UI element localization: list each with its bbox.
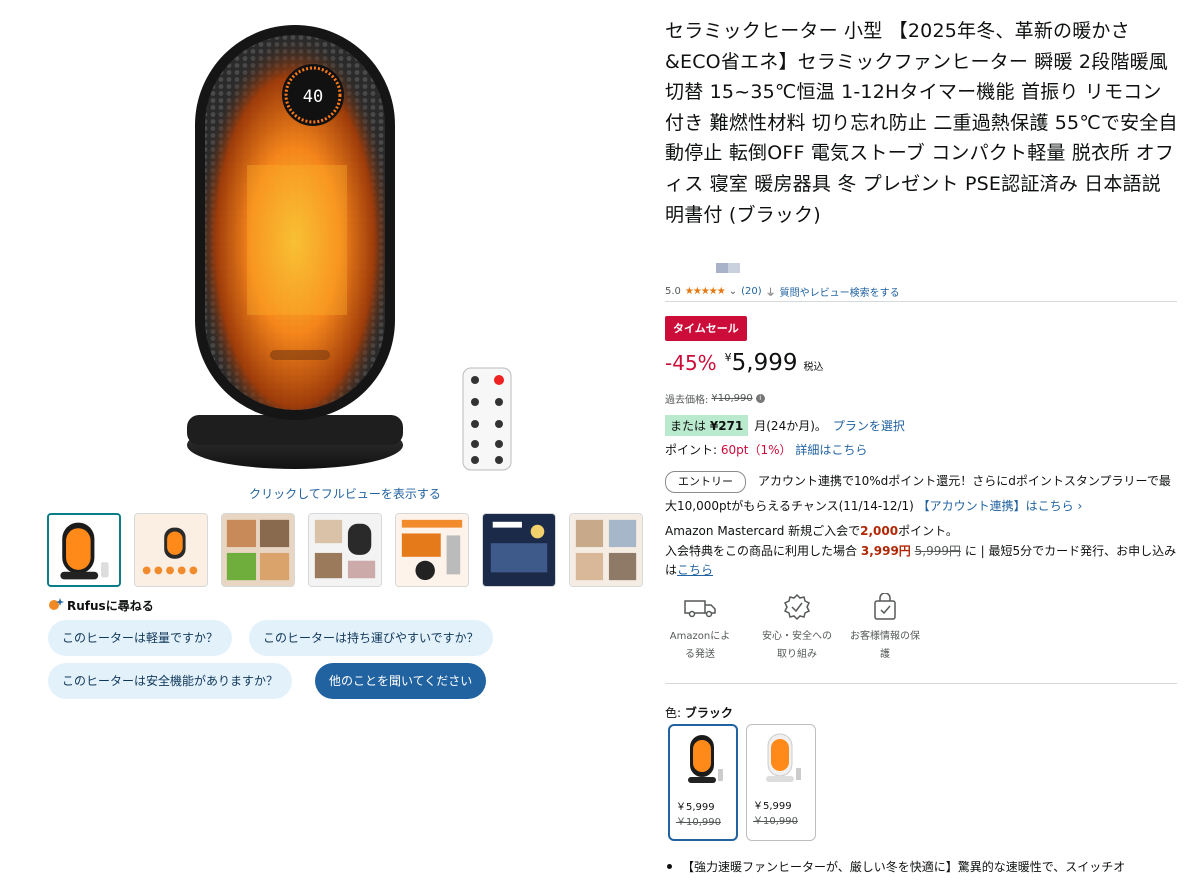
deal-badge: タイムセール — [665, 316, 747, 341]
thumbnail-6[interactable] — [482, 513, 556, 587]
info-icon[interactable]: i — [755, 394, 765, 403]
installment-prefix: または — [670, 419, 707, 433]
delivery-truck-icon — [665, 590, 735, 624]
installment-amount: ¥271 — [709, 419, 744, 433]
thumbnail-2[interactable] — [134, 513, 208, 587]
entry-button[interactable]: エントリー — [665, 470, 746, 493]
card-offer-line1-suffix: ポイント。 — [898, 524, 958, 538]
safety-badge-icon — [762, 590, 832, 624]
installment-chip: または ¥271 — [665, 415, 749, 436]
color-selected-name: ブラック — [684, 706, 733, 720]
card-offer-price: 3,999円 — [860, 543, 911, 558]
filter-icon: ⏚ — [765, 288, 776, 299]
feature-safety[interactable]: 安心・安全への取り組み — [762, 590, 832, 664]
color-variant-white[interactable]: ￥5,999 ￥10,990 — [746, 724, 816, 841]
points-label: ポイント: — [665, 443, 718, 457]
thumbnail-7[interactable] — [569, 513, 643, 587]
feature-bullet-text: 【強力速暖ファンヒーターが、厳しい冬を快適に】驚異的な速暖性で、スイッチオ — [682, 860, 1126, 874]
rating-row: 5.0 ★★★★★ ⌄ (20) ⏚ 質問やレビュー検索をする — [665, 284, 900, 299]
heater-display-value: 40 — [303, 87, 323, 107]
price-row: -45% ¥ 5,999 税込 — [665, 350, 824, 376]
full-view-link[interactable]: クリックしてフルビューを表示する — [0, 485, 690, 502]
feature-label: 安心・安全への取り組み — [762, 631, 832, 660]
feature-privacy[interactable]: お客様情報の保護 — [850, 590, 920, 664]
list-price-value: ¥10,990 — [711, 393, 753, 404]
card-offer-link[interactable]: こちら — [677, 563, 713, 577]
brand-logo[interactable] — [716, 263, 740, 273]
color-variant-black[interactable]: ￥5,999 ￥10,990 — [668, 724, 738, 841]
rufus-question-chip[interactable]: このヒーターは軽量ですか？ — [48, 620, 233, 656]
secure-bag-icon — [850, 590, 920, 624]
thumbnail-3[interactable] — [221, 513, 295, 587]
points-value: 60pt（1%） — [720, 443, 792, 457]
installment-row: または ¥271 月(24か月)。 プランを選択 — [665, 415, 905, 436]
list-price-label: 過去価格: — [665, 395, 709, 406]
divider — [665, 683, 1177, 684]
feature-label: Amazonによる発送 — [669, 631, 731, 660]
color-label: 色: ブラック — [665, 704, 733, 721]
discount-percent: -45% — [665, 351, 717, 375]
feature-label: お客様情報の保護 — [850, 631, 920, 660]
variant-price: ￥5,999 — [676, 802, 715, 813]
price-value: 5,999 — [731, 350, 798, 376]
card-offer-original-price: 5,999円 — [914, 543, 961, 558]
thumbnail-1[interactable] — [47, 513, 121, 587]
card-offer-line2-prefix: 入会特典をこの商品に利用した場合 — [665, 543, 858, 558]
variant-image — [670, 726, 736, 796]
points-row: ポイント: 60pt（1%） 詳細はこちら — [665, 441, 867, 458]
rating-value: 5.0 — [665, 286, 681, 297]
thumbnail-5[interactable] — [395, 513, 469, 587]
rufus-question-chip[interactable]: このヒーターは持ち運びやすいですか？ — [249, 620, 493, 656]
installment-suffix: 月(24か月)。 — [754, 419, 827, 433]
divider — [665, 301, 1177, 302]
rufus-title: Rufusに尋ねる — [67, 599, 154, 613]
variant-price: ￥5,999 — [753, 801, 792, 812]
points-details-link[interactable]: 詳細はこちら — [795, 443, 867, 457]
thumbnail-strip — [47, 513, 647, 591]
feature-bullet: 【強力速暖ファンヒーターが、厳しい冬を快適に】驚異的な速暖性で、スイッチオ — [665, 857, 1180, 877]
review-count-link[interactable]: (20) — [741, 286, 762, 297]
main-product-image[interactable]: 40 — [185, 20, 525, 480]
card-offer-points: 2,000 — [860, 524, 899, 538]
rufus-ask-other-button[interactable]: 他のことを聞いてください — [315, 663, 487, 699]
variant-list-price: ￥10,990 — [753, 816, 798, 827]
rufus-sparkle-icon — [48, 597, 64, 614]
rating-stars-icon[interactable]: ★★★★★ — [685, 286, 726, 297]
search-reviews-link[interactable]: 質問やレビュー検索をする — [780, 284, 900, 299]
bullet-dot — [667, 864, 672, 869]
card-offer-line1-prefix: Amazon Mastercard 新規ご入会で — [665, 524, 861, 538]
card-offer: Amazon Mastercard 新規ご入会で2,000ポイント。 入会特典を… — [665, 522, 1180, 581]
variant-list-price: ￥10,990 — [676, 817, 721, 828]
account-link[interactable]: 【アカウント連携】はこちら › — [918, 499, 1083, 513]
list-price-row: 過去価格: ¥10,990 i — [665, 391, 765, 406]
thumbnail-4[interactable] — [308, 513, 382, 587]
rufus-header: Rufusに尋ねる — [48, 597, 154, 614]
chevron-down-icon[interactable]: ⌄ — [729, 286, 737, 297]
color-label-prefix: 色: — [665, 706, 682, 720]
product-title: セラミックヒーター 小型 【2025年冬、革新の暖かさ&ECO省エネ】セラミック… — [665, 20, 1178, 226]
select-plan-link[interactable]: プランを選択 — [833, 417, 905, 434]
feature-amazon-shipping[interactable]: Amazonによる発送 — [665, 590, 735, 664]
currency-symbol: ¥ — [724, 351, 732, 364]
rufus-question-chip[interactable]: このヒーターは安全機能がありますか？ — [48, 663, 293, 699]
tax-label: 税込 — [803, 362, 824, 373]
variant-image — [747, 725, 815, 795]
entry-promo: エントリー アカウント連携で10%dポイント還元！さらにdポイントスタンプラリーで… — [665, 469, 1180, 519]
